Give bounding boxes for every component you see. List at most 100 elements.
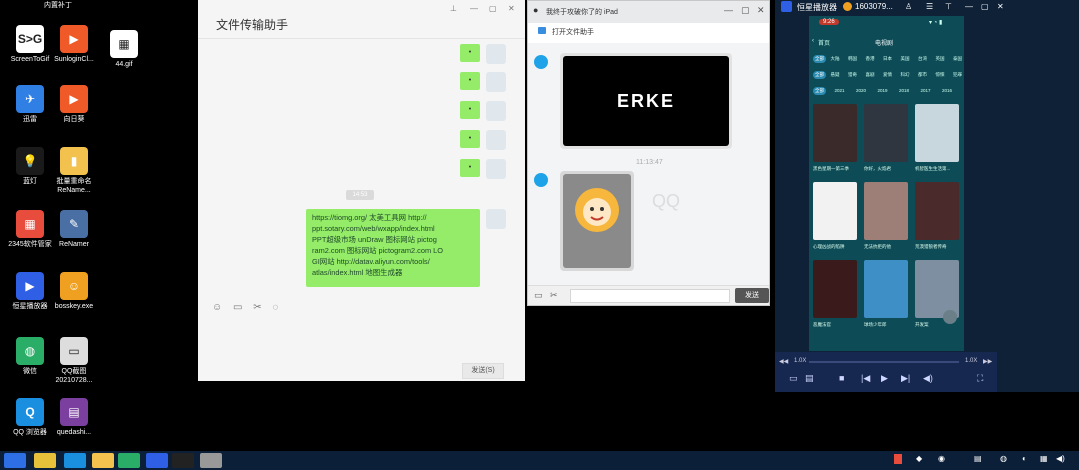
floating-button[interactable] [943,310,957,324]
menu-icon[interactable]: ☰ [926,2,933,11]
tray-app-icon[interactable] [894,454,902,464]
avatar[interactable] [486,159,506,179]
filter-chip[interactable]: 2021 [835,88,845,93]
avatar[interactable] [534,55,548,69]
poster-card[interactable] [864,182,908,240]
speed-left[interactable]: 1.0X [794,358,806,364]
filter-chip[interactable]: 都市 [918,72,927,78]
stop-icon[interactable]: ■ [839,373,844,383]
filter-chip[interactable]: 全部 [813,55,826,63]
desktop-shortcut[interactable]: ☺ bosskey.exe [44,272,104,312]
poster-card[interactable] [813,104,857,162]
play-icon[interactable]: ▶ [881,373,888,384]
filter-chip[interactable]: 大陆 [831,56,840,62]
message-bubble[interactable]: • [460,72,480,90]
tray-icon[interactable]: ▤ [974,454,982,463]
filter-chip[interactable]: 悬疑 [831,72,840,78]
wechat-taskbar-icon[interactable] [118,453,140,468]
speed-right[interactable]: 1.0X [965,358,977,364]
tshirt-icon[interactable]: ♙ [905,2,912,11]
filter-chip[interactable]: 美国 [901,56,910,62]
open-file-assistant-link[interactable]: 打开文件助手 [552,27,594,37]
filter-chip[interactable]: 泰国 [953,56,962,62]
filter-chip[interactable]: 惊悚 [936,72,945,78]
poster-card[interactable] [813,260,857,318]
filter-chip[interactable]: 香港 [866,56,875,62]
volume-icon[interactable]: ◀) [923,373,933,384]
minimize-icon[interactable]: — [724,5,733,15]
hengxing-taskbar-icon[interactable] [146,453,168,468]
pin-icon[interactable]: ⊥ [450,4,457,13]
avatar[interactable] [534,173,548,187]
avatar[interactable] [486,44,506,64]
poster-card[interactable] [813,182,857,240]
user-avatar[interactable] [843,2,852,11]
fullscreen-icon[interactable]: ⛶ [977,373,983,384]
close-icon[interactable]: ✕ [997,2,1004,11]
back-icon[interactable]: ‹ [812,38,814,44]
poster-card[interactable] [915,104,959,162]
poster-card[interactable] [915,260,959,318]
pin-icon[interactable]: ⊤ [945,2,952,11]
avatar[interactable] [486,72,506,92]
folder-icon[interactable]: ▭ [233,302,242,313]
minimize-icon[interactable]: — [965,2,973,11]
poster-card[interactable] [915,182,959,240]
filter-chip[interactable]: 2018 [899,88,909,93]
tray-icon[interactable]: ◉ [938,454,945,463]
user-name[interactable]: 1603079... [855,2,893,11]
volume-icon[interactable]: ◀) [1056,454,1065,463]
filter-chip[interactable]: 韩国 [848,56,857,62]
message-bubble[interactable]: • [460,130,480,148]
message-input[interactable] [570,289,730,303]
windows-start-icon[interactable] [4,453,26,468]
tray-icon[interactable]: ◐ [1022,454,1027,463]
image-message[interactable]: ERKE [560,53,732,149]
send-button[interactable]: 发送(S) [462,363,504,379]
folder-icon[interactable]: ▭ [534,290,543,301]
poster-card[interactable] [864,104,908,162]
qq-penguin-icon[interactable] [172,453,194,468]
filter-chip[interactable]: 英国 [936,56,945,62]
tray-icon[interactable]: ◍ [1000,454,1007,463]
tray-icon[interactable]: ◆ [916,454,922,463]
minimize-icon[interactable]: — [470,4,478,13]
qq-chat-icon[interactable] [64,453,86,468]
filter-chip[interactable]: 全部 [813,87,826,95]
progress-bar[interactable] [809,361,959,363]
filter-chip[interactable]: 台湾 [918,56,927,62]
close-icon[interactable]: ✕ [757,5,765,16]
avatar[interactable] [486,101,506,121]
message-bubble-links[interactable]: https://tiomg.org/ 太美工具网 http:// ppt.sot… [306,209,480,287]
filter-chip[interactable]: 全部 [813,71,826,79]
screen-capture-icon[interactable] [200,453,222,468]
maximize-icon[interactable]: ▢ [489,4,497,13]
rewind-icon[interactable]: ◀◀ [779,358,788,365]
filter-chip[interactable]: 爱情 [883,72,892,78]
chat-bubble-icon[interactable]: ◌ [272,302,278,313]
avatar[interactable] [486,130,506,150]
filter-chip[interactable]: 2016 [942,88,952,93]
filter-chip[interactable]: 猎奇 [848,72,857,78]
chrome-icon[interactable] [34,453,56,468]
desktop-shortcut[interactable]: ✎ ReNamer [44,210,104,250]
desktop-shortcut[interactable]: ▮ 批量重命名ReName... [44,147,104,196]
message-bubble[interactable]: • [460,159,480,177]
filter-chip[interactable]: 犯罪 [953,72,962,78]
avatar[interactable] [486,209,506,229]
folder-explorer-icon[interactable] [92,453,114,468]
sticker-message[interactable] [560,171,634,271]
filter-chip[interactable]: 2017 [921,88,931,93]
filter-chip[interactable]: 2019 [878,88,888,93]
emoji-icon[interactable]: ☺ [212,302,222,313]
filter-chip[interactable]: 2020 [856,88,866,93]
filter-chip[interactable]: 喜剧 [866,72,875,78]
scissors-icon[interactable]: ✂ [550,290,558,301]
network-icon[interactable]: ▦ [1040,454,1048,463]
send-button[interactable]: 发送 [735,288,769,303]
desktop-shortcut[interactable]: ▦ 44.gif [94,30,154,70]
previous-icon[interactable]: |◀ [861,373,870,384]
nav-back[interactable]: 首页 [818,38,830,47]
subtitle-icon[interactable]: ▭ [789,373,798,384]
desktop-shortcut[interactable]: ▭ QQ截图20210728... [44,337,104,386]
